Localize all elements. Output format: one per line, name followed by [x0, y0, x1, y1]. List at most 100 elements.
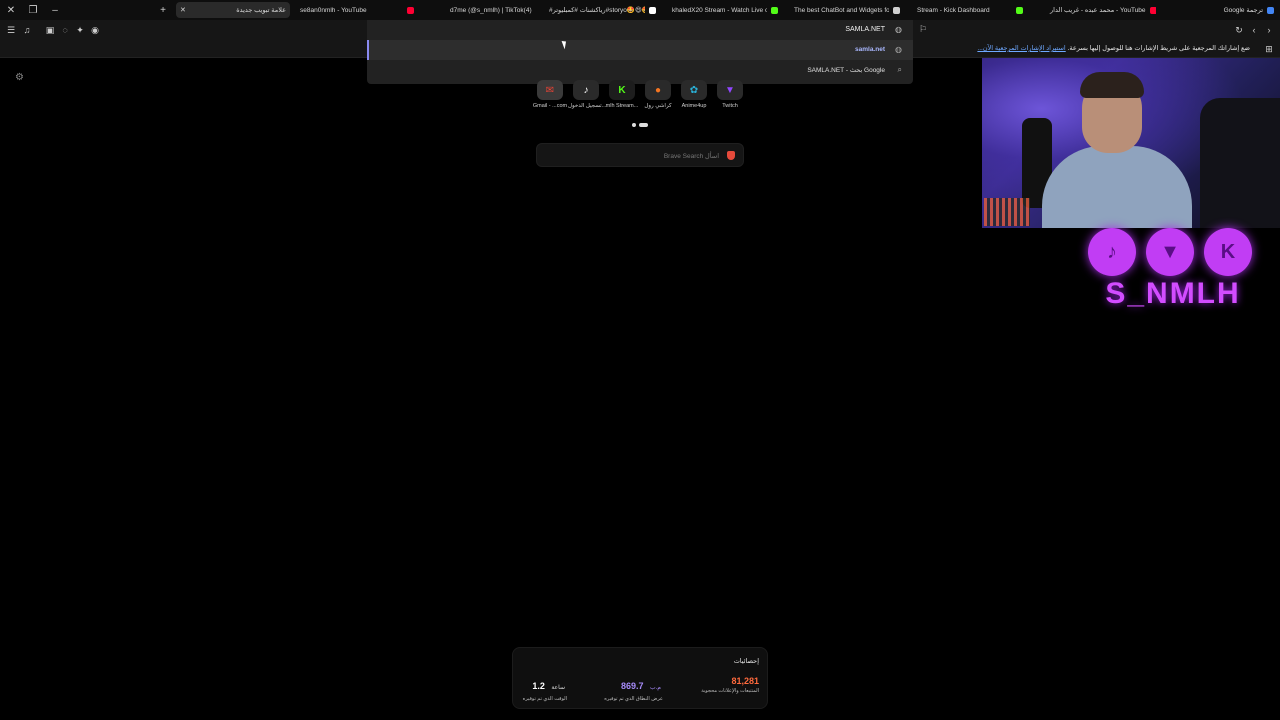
reload-icon[interactable]: ↻: [1232, 23, 1246, 37]
translate-icon: [1267, 6, 1274, 14]
bookmark-icon[interactable]: ⚐: [919, 24, 927, 35]
brave-lion-icon: [727, 151, 735, 160]
stat-trackers-blocked: 81,281 المتتبعات والإعلانات محجوبة: [701, 676, 759, 694]
top-site-label: Gmail - ...com: [532, 103, 568, 109]
import-bookmarks-link[interactable]: استيراد الإشارات المرجعية الآن...: [977, 45, 1065, 52]
top-sites: ✉ Gmail - ...com ♪ تسجيل الدخول... K mlh…: [530, 80, 750, 116]
tab-title: d7me (@s_nmlh) | TikTok(4): [450, 6, 532, 14]
pager-dot-active[interactable]: [639, 123, 648, 127]
bookmarks-prompt: ضع إشاراتك المرجعية على شريط الإشارات هن…: [977, 44, 1250, 52]
stat-unit: م.ب: [649, 685, 661, 691]
webcam-person-hair: [1080, 72, 1144, 98]
suggestion-search[interactable]: SAMLA.NET - بحث Google ⌕: [367, 60, 913, 80]
tab-tiktok-profile[interactable]: d7me (@s_nmlh) | TikTok(4): [446, 2, 536, 18]
tab-title: Stream - Kick Dashboard: [917, 6, 990, 14]
anime-icon: ✿: [681, 80, 707, 100]
tab-title: #رياكشنات #كمبليوتر#storyo🤩😄🤩 ...: [549, 7, 645, 14]
crunchyroll-icon: ●: [645, 80, 671, 100]
search-icon: ⌕: [897, 65, 902, 74]
apps-grid-icon[interactable]: ⊞: [1262, 42, 1276, 56]
top-sites-pager[interactable]: [632, 123, 648, 127]
tab-streamelements[interactable]: The best ChatBot and Widgets fo...: [790, 2, 904, 18]
music-icon[interactable]: ♫: [20, 23, 34, 37]
channel-name: S_NMLH: [1105, 277, 1241, 310]
tiktok-logo-icon: ♪: [1088, 228, 1136, 276]
top-site-tiktok[interactable]: ♪ تسجيل الدخول...: [568, 80, 607, 109]
pager-dot[interactable]: [632, 123, 636, 127]
suggestion-text: samla.net: [855, 46, 885, 53]
stat-label: عرض النطاق الذي تم توفيره: [604, 696, 663, 702]
globe-icon: ◍: [895, 25, 902, 34]
globe-icon: ◍: [895, 45, 902, 54]
stat-bandwidth-saved: م.ب 869.7 عرض النطاق الذي تم توفيره: [604, 676, 663, 702]
stat-unit: ساعة: [551, 685, 565, 691]
top-site-label: Anime4up: [681, 103, 707, 109]
tab-kick-stream[interactable]: khaledX20 Stream - Watch Live o...: [668, 2, 782, 18]
minimize-window-icon[interactable]: –: [44, 0, 66, 20]
top-site-crunchyroll[interactable]: ● كراشي رول: [640, 80, 676, 109]
forward-icon[interactable]: ›: [1262, 23, 1276, 37]
youtube-icon: [407, 6, 414, 14]
top-site-twitch[interactable]: ▼ Twitch: [712, 80, 748, 109]
kick-logo-icon: K: [1204, 228, 1252, 276]
brave-search-box[interactable]: اسأل Brave Search: [536, 143, 744, 167]
back-icon[interactable]: ‹: [1247, 23, 1261, 37]
restore-window-icon[interactable]: ❐: [22, 0, 44, 20]
address-bar-value: SAMLA.NET: [845, 26, 885, 33]
wallet-icon[interactable]: ▣: [43, 23, 57, 37]
top-site-kick[interactable]: K mlh Stream...: [604, 80, 640, 109]
kick-icon: K: [609, 80, 635, 100]
gmail-icon: ✉: [537, 80, 563, 100]
webcam-overlay: [982, 58, 1280, 228]
close-window-icon[interactable]: ✕: [0, 0, 22, 20]
top-site-label: كراشي رول: [644, 103, 672, 109]
stat-time-saved: ساعة 1.2 الوقت الذي تم توفيره: [523, 676, 567, 702]
tab-title: محمد عبده - غريب الدار - YouTube: [1050, 7, 1146, 14]
tab-strip: ✕ ❐ – + ✕ علامة تبويب جديدة se8an0nmlh -…: [0, 0, 1280, 20]
stat-value: 1.2: [532, 681, 545, 691]
tab-tiktok-video[interactable]: #رياكشنات #كمبليوتر#storyo🤩😄🤩 ...: [545, 2, 660, 18]
chat-icon[interactable]: ◌: [58, 23, 72, 37]
tab-kick-dashboard[interactable]: Stream - Kick Dashboard: [913, 2, 1027, 18]
stats-card: إحصائيات 81,281 المتتبعات والإعلانات محج…: [512, 647, 768, 709]
settings-gear-icon[interactable]: ⚙: [15, 72, 24, 83]
suggestion-url[interactable]: samla.net ◍: [367, 40, 913, 60]
kick-icon: [771, 6, 778, 14]
stat-value: 869.7: [620, 681, 644, 691]
top-site-label: تسجيل الدخول...: [568, 103, 607, 109]
tab-title: khaledX20 Stream - Watch Live o...: [672, 6, 767, 14]
top-site-anime4up[interactable]: ✿ Anime4up: [676, 80, 712, 109]
leo-icon[interactable]: ✦: [73, 23, 87, 37]
tiktok-icon: ♪: [573, 80, 599, 100]
tab-title: Google ترجمة: [1223, 7, 1263, 14]
top-site-label: mlh Stream...: [605, 103, 639, 109]
tab-google-translate[interactable]: Google ترجمة: [1200, 2, 1278, 18]
top-site-gmail[interactable]: ✉ Gmail - ...com: [532, 80, 568, 109]
top-site-label: Twitch: [722, 103, 738, 109]
search-placeholder: اسأل Brave Search: [663, 153, 719, 160]
close-tab-icon[interactable]: ✕: [180, 6, 186, 14]
streamelements-icon: [893, 6, 900, 14]
suggestion-text: SAMLA.NET - بحث Google: [807, 67, 885, 74]
twitch-logo-icon: ▼: [1146, 228, 1194, 276]
stat-label: الوقت الذي تم توفيره: [522, 696, 567, 702]
tab-title: The best ChatBot and Widgets fo...: [794, 6, 889, 14]
tab-youtube-channel[interactable]: se8an0nmlh - YouTube: [296, 2, 418, 18]
youtube-icon: [1149, 6, 1156, 14]
shield-icon[interactable]: ◉: [88, 23, 102, 37]
address-bar[interactable]: SAMLA.NET ◍ ⚐: [367, 20, 927, 40]
kick-icon: [1016, 6, 1023, 14]
menu-icon[interactable]: ☰: [4, 23, 18, 37]
stats-title: إحصائيات: [733, 658, 759, 665]
stat-value: 81,281: [731, 676, 759, 686]
bookmarks-prompt-text: ضع إشاراتك المرجعية على شريط الإشارات هن…: [1067, 45, 1250, 52]
new-tab-icon[interactable]: +: [152, 0, 174, 20]
tab-title: علامة تبويب جديدة: [236, 7, 286, 14]
tiktok-icon: [649, 6, 656, 14]
webcam-keyboard: [984, 198, 1030, 226]
tab-new-tab[interactable]: ✕ علامة تبويب جديدة: [176, 2, 290, 18]
webcam-chair: [1200, 98, 1280, 228]
twitch-icon: ▼: [717, 80, 743, 100]
tab-youtube-song[interactable]: محمد عبده - غريب الدار - YouTube: [1046, 2, 1156, 18]
webcam-person-body: [1042, 146, 1192, 228]
